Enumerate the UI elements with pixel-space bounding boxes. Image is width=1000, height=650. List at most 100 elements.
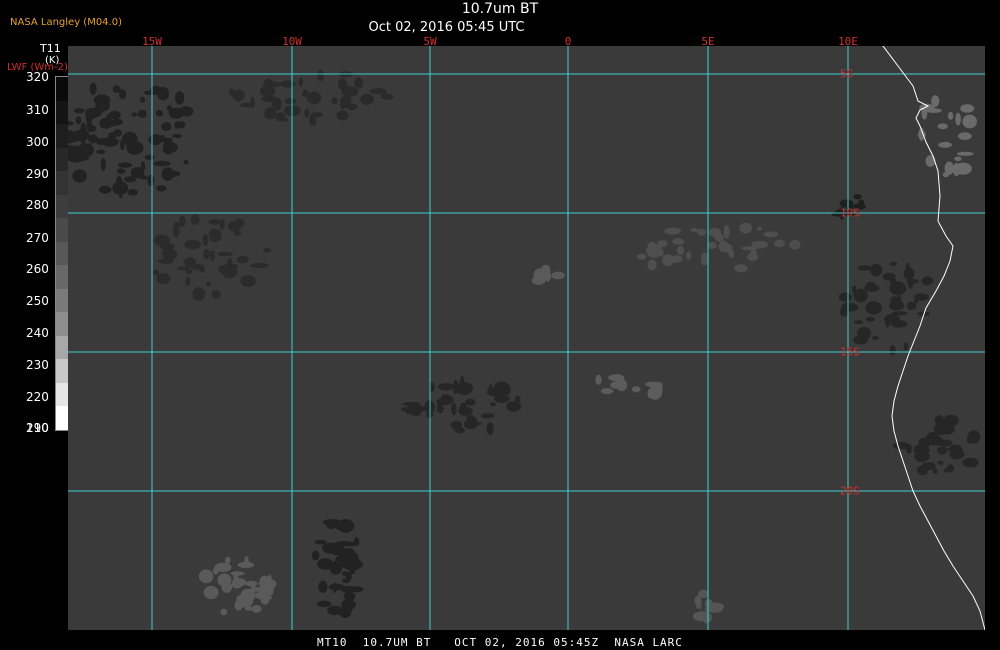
cloud-speck [486,422,494,436]
cloud-speck [656,240,668,248]
cloud-speck [960,104,975,113]
cloud-speck [100,157,106,172]
cloud-speck [913,293,930,301]
cloud-speck [674,238,685,245]
cloud-speck [346,595,352,601]
cloud-speck [723,224,730,239]
cloud-speck [700,252,709,266]
colorbar-tick-label: 310 [26,103,49,117]
colorbar-tick-label: 300 [26,135,49,149]
longitude-label: 15W [142,35,162,48]
cloud-speck [75,116,82,125]
cloud-speck [705,602,717,611]
cloud-speck [96,149,106,155]
cloud-speck [966,435,974,444]
cloud-speck [455,382,474,395]
cloud-speck [184,257,197,268]
cloud-speck [185,276,191,287]
cloud-speck [890,296,899,305]
cloud-speck [140,96,146,103]
cloud-speck [342,571,349,576]
cloud-speck [647,259,657,271]
cloud-speck [127,189,138,196]
cloud-speck [251,605,262,613]
footer-caption: MT10 10.7UM BT OCT 02, 2016 05:45Z NASA … [317,636,683,649]
cloud-speck [932,468,938,474]
cloud-speck [756,226,763,231]
cloud-speck [155,110,164,117]
cloud-speck [240,275,256,288]
cloud-speck [211,290,221,299]
cloud-speck [353,539,360,546]
cloud-speck [636,253,647,260]
cloud-speck [490,402,496,407]
cloud-speck [68,120,74,127]
cloud-speck [962,457,979,468]
cloud-speck [707,241,717,250]
cloud-speck [171,134,183,138]
longitude-label: 10E [838,35,858,48]
cloud-speck [202,234,209,247]
colorbar-tick-label: 290 [26,167,49,181]
colorbar-tick-label: 260 [26,262,49,276]
cloud-speck [884,314,900,325]
cloud-speck [728,249,735,258]
cloud-speck [284,97,296,105]
cloud-speck [233,571,239,584]
cloud-speck [595,374,602,385]
cloud-speck [332,560,339,573]
image-subtitle: Oct 02, 2016 05:45 UTC [368,20,525,35]
colorbar-tick-label: 250 [26,294,49,308]
cloud-speck [73,108,85,114]
cloud-speck [697,228,706,236]
cloud-speck [174,91,185,105]
satellite-map [68,46,985,630]
cloud-speck [926,108,942,113]
cloud-speck [223,575,232,585]
cloud-speck [69,145,87,151]
cloud-speck [161,122,172,131]
cloud-speck [219,218,225,230]
cloud-speck [233,230,242,236]
cloud-speck [298,77,304,87]
cloud-speck [459,402,468,416]
map-canvas [68,46,985,630]
cloud-speck [360,93,374,105]
cloud-speck [94,102,103,116]
cloud-speck [245,580,258,587]
cloud-speck [122,131,138,146]
cloud-speck [89,82,97,95]
cloud-speck [869,263,883,277]
cloud-speck [449,396,454,403]
cloud-speck [493,381,509,393]
cloud-speck [156,273,171,285]
colorbar-tick-label: 190 [26,421,49,435]
cloud-speck [917,465,929,476]
cloud-speck [341,578,351,584]
cloud-speck [903,342,909,351]
cloud-speck [144,154,155,160]
cloud-speck [905,263,910,270]
cloud-speck [339,606,352,618]
cloud-speck [343,103,359,109]
cloud-speck [314,539,327,545]
cloud-speck [172,225,180,238]
cloud-speck [131,112,138,117]
cloud-speck [536,272,551,279]
cloud-speck [163,140,172,155]
cloud-speck [962,114,977,129]
cloud-speck [190,214,200,225]
cloud-speck [119,89,127,100]
cloud-speck [857,326,872,340]
cloud-speck [889,261,898,266]
cloud-speck [341,550,348,557]
cloud-speck [906,278,919,284]
lat-lon-grid [68,46,985,630]
cloud-speck [99,185,112,194]
cloud-speck [947,111,954,120]
cloud-speck [209,250,215,261]
cloud-speck [258,595,273,601]
cloud-speck [488,384,493,395]
cloud-speck [865,317,876,322]
cloud-speck [161,248,178,261]
